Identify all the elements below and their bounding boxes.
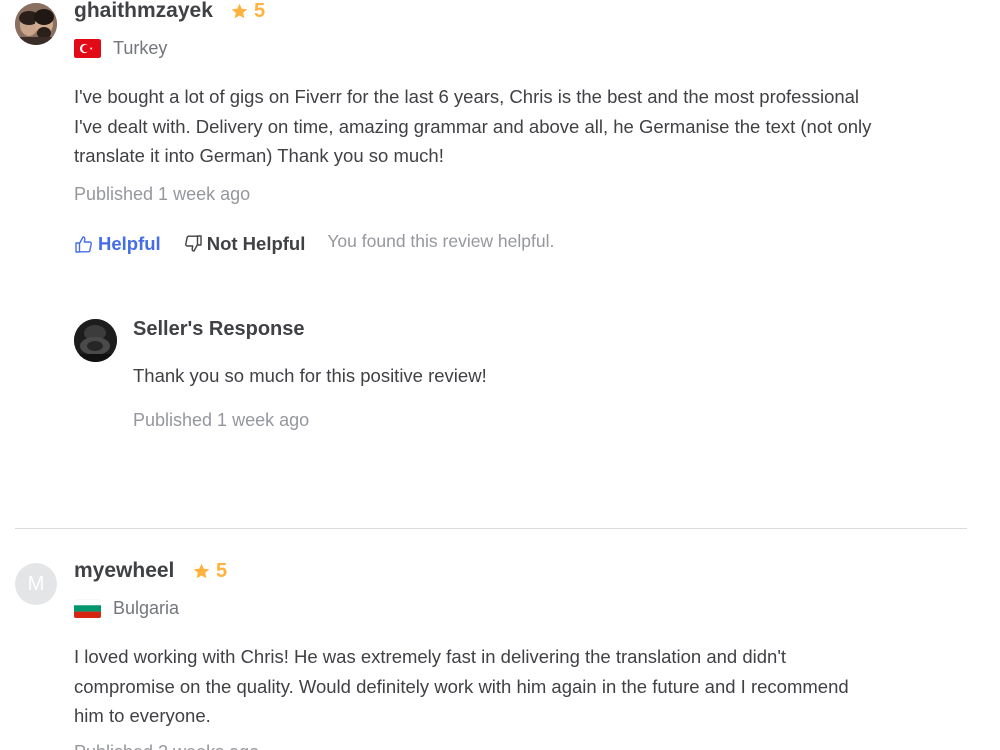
- review-text-line: compromise on the quality. Would definit…: [74, 675, 849, 697]
- seller-response-published-date: Published 1 week ago: [133, 410, 310, 430]
- thumbs-up-icon: [74, 234, 94, 254]
- review-rating: 5: [230, 0, 265, 23]
- seller-avatar[interactable]: [74, 319, 117, 362]
- review-text-line: translate it into German) Thank you so m…: [74, 145, 444, 166]
- star-icon: [192, 562, 211, 581]
- helpful-controls: Helpful Not Helpful You found this revie…: [74, 230, 555, 255]
- review-divider: [15, 528, 967, 529]
- country-name: Turkey: [113, 38, 168, 58]
- reviewer-country: Turkey: [74, 38, 167, 59]
- rating-value: 5: [216, 560, 228, 582]
- flag-bulgaria-icon: [74, 599, 101, 618]
- review-text-line: him to everyone.: [74, 705, 211, 726]
- rating-value: 5: [254, 0, 266, 22]
- reviewer-username[interactable]: ghaithmzayek: [74, 0, 213, 23]
- published-date: Published 2 weeks ago: [74, 742, 259, 750]
- star-icon: [230, 2, 249, 21]
- review-text-line: I loved working with Chris! He was extre…: [74, 646, 787, 667]
- helpful-label: Helpful: [98, 233, 161, 254]
- avatar[interactable]: M: [15, 563, 57, 605]
- avatar[interactable]: [15, 3, 57, 45]
- reviews-page: ghaithmzayek 5 Turkey I've bought a lot …: [0, 0, 1000, 750]
- seller-response-title: Seller's Response: [133, 318, 305, 340]
- seller-response-text: Thank you so much for this positive revi…: [133, 365, 487, 386]
- thumbs-down-icon: [183, 234, 203, 254]
- review-text: I loved working with Chris! He was extre…: [74, 642, 954, 731]
- review-rating: 5: [192, 560, 227, 583]
- reviewer-country: Bulgaria: [74, 598, 179, 619]
- not-helpful-button[interactable]: Not Helpful: [183, 233, 306, 255]
- reviewer-username[interactable]: myewheel: [74, 559, 174, 583]
- helpful-feedback-message: You found this review helpful.: [327, 230, 555, 251]
- review-text-line: I've dealt with. Delivery on time, amazi…: [74, 115, 872, 137]
- country-name: Bulgaria: [113, 598, 180, 618]
- review-text-line: I've bought a lot of gigs on Fiverr for …: [74, 86, 860, 107]
- flag-turkey-icon: [74, 39, 101, 58]
- published-date: Published 1 week ago: [74, 184, 251, 204]
- review-text: I've bought a lot of gigs on Fiverr for …: [74, 82, 954, 171]
- helpful-button[interactable]: Helpful: [74, 233, 161, 255]
- not-helpful-label: Not Helpful: [206, 233, 306, 254]
